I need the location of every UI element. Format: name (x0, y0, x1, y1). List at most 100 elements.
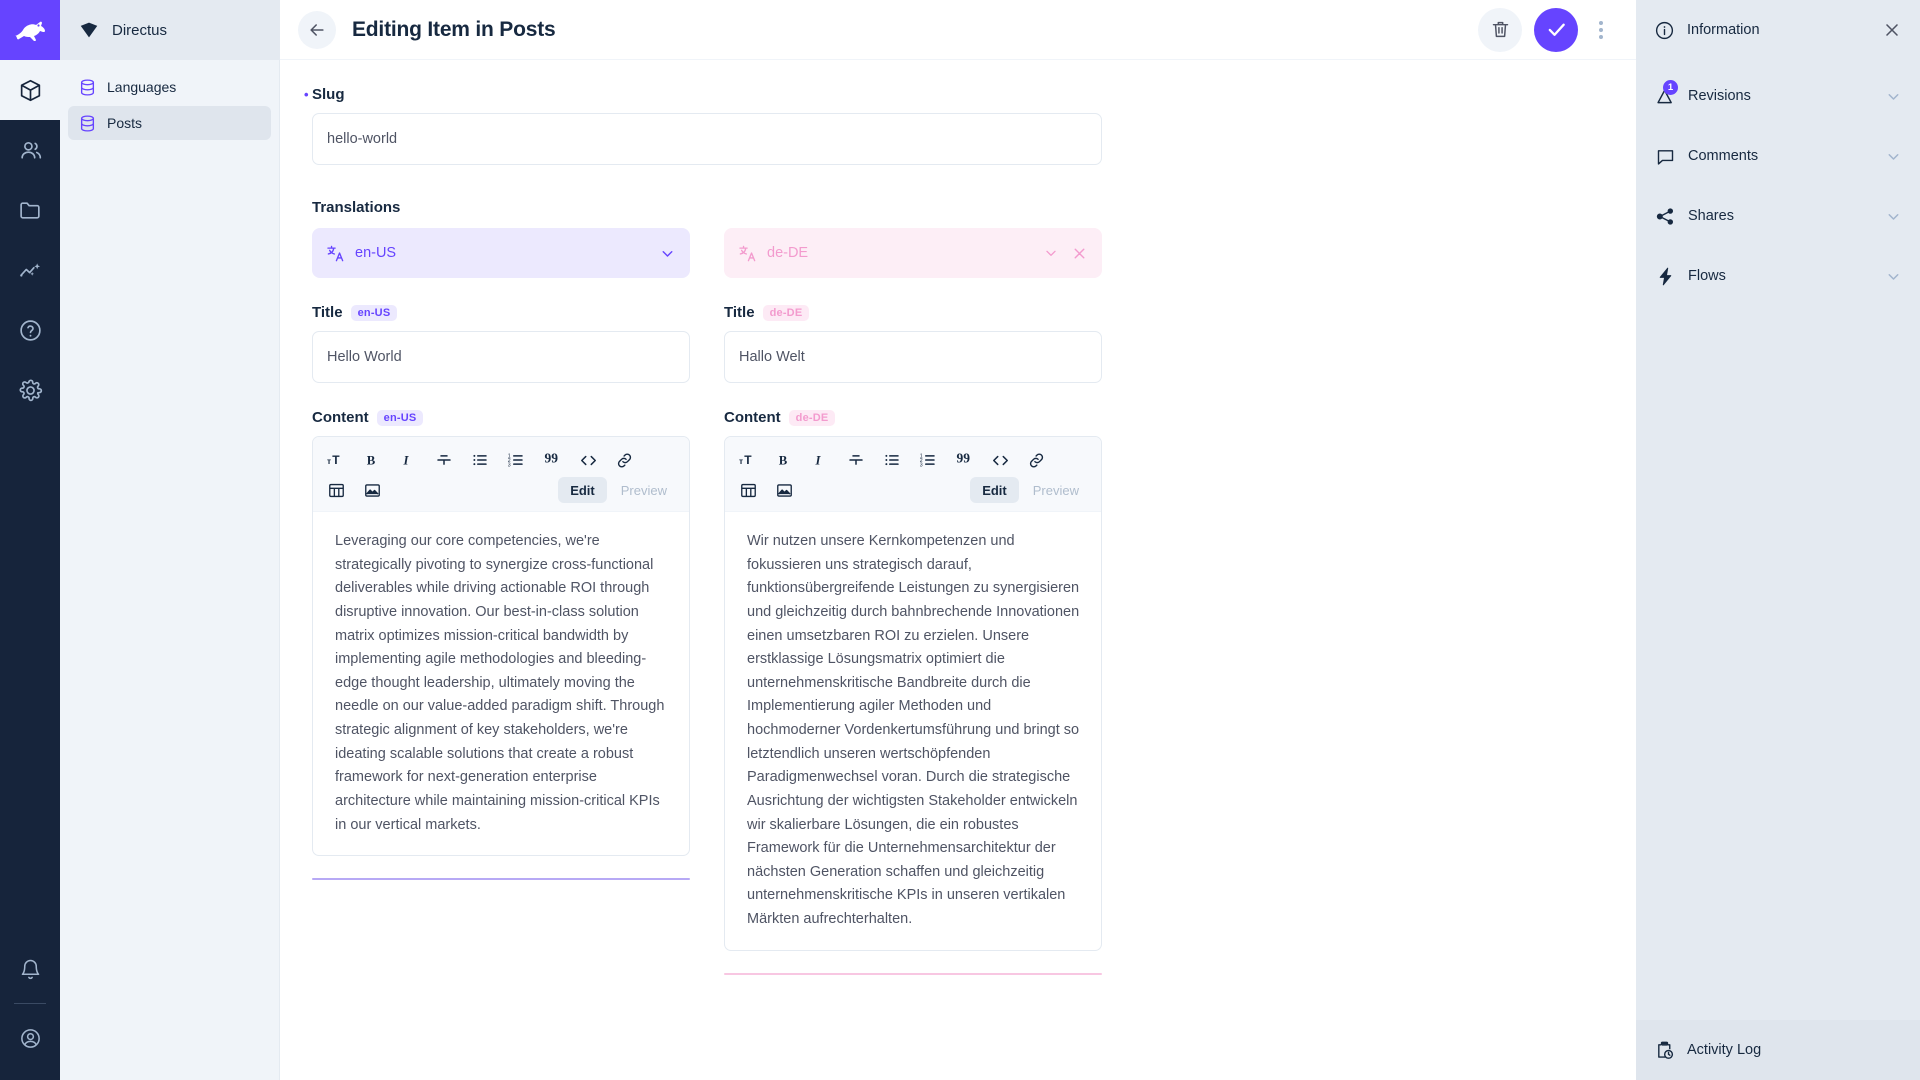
chevron-down-icon[interactable] (1885, 268, 1902, 285)
language-pill-de-de[interactable]: de-DE (724, 228, 1102, 278)
blockquote-icon[interactable]: 99 (539, 447, 565, 473)
module-item-docs[interactable] (0, 300, 60, 360)
sidebar-detail-flows[interactable]: Flows (1636, 246, 1920, 306)
bold-icon[interactable]: B (771, 447, 797, 473)
numbered-list-icon[interactable]: 123 (915, 447, 941, 473)
chevron-down-icon[interactable] (659, 245, 676, 262)
editor-mode-edit[interactable]: Edit (970, 477, 1019, 503)
svg-text:I: I (815, 454, 822, 468)
database-icon (78, 78, 97, 97)
title-field-de: Title de-DE Hallo Welt (724, 304, 1102, 383)
module-item-insights[interactable] (0, 240, 60, 300)
nav-list: Languages Posts (60, 60, 279, 150)
chevron-down-icon[interactable] (1885, 148, 1902, 165)
svg-text:т: т (739, 457, 743, 466)
more-vertical-icon[interactable] (1590, 21, 1612, 39)
content-label-de: Content de-DE (724, 409, 1102, 426)
table-icon[interactable] (735, 477, 761, 503)
content-label-text: Content (312, 409, 369, 426)
link-icon[interactable] (611, 447, 637, 473)
language-code: de-DE (767, 245, 808, 261)
sidebar-detail-label: Flows (1688, 268, 1873, 284)
title-label-text: Title (724, 304, 755, 321)
bullet-list-icon[interactable] (467, 447, 493, 473)
heading-icon[interactable]: тT (323, 447, 349, 473)
content-field-en: Content en-US тT B (312, 409, 690, 975)
code-icon[interactable] (575, 447, 601, 473)
back-button[interactable] (298, 11, 336, 49)
chevron-down-icon[interactable] (1043, 245, 1059, 261)
bullet-list-icon[interactable] (879, 447, 905, 473)
folder-icon (18, 198, 43, 223)
close-icon[interactable] (1071, 245, 1088, 262)
editor-content-de[interactable]: Wir nutzen unsere Kernkompetenzen und fo… (725, 512, 1101, 950)
translation-divider-de (724, 973, 1102, 975)
notifications-button[interactable] (0, 939, 60, 999)
activity-log-button[interactable]: Activity Log (1636, 1020, 1920, 1080)
markdown-editor-de: тT B I (724, 436, 1102, 951)
sidebar-item-posts[interactable]: Posts (68, 106, 271, 140)
image-icon[interactable] (771, 477, 797, 503)
sidebar-detail-label: Shares (1688, 208, 1873, 224)
lang-badge-en: en-US (377, 410, 424, 426)
image-icon[interactable] (359, 477, 385, 503)
directus-app: Directus Languages (0, 0, 1920, 1080)
required-marker: • (304, 88, 309, 101)
sidebar-item-label: Languages (107, 79, 176, 95)
activity-log-label: Activity Log (1687, 1042, 1761, 1058)
chevron-down-icon[interactable] (1885, 88, 1902, 105)
module-icon-list (0, 60, 60, 420)
italic-icon[interactable]: I (395, 447, 421, 473)
module-item-content[interactable] (0, 60, 60, 120)
info-panel-header: Information (1636, 0, 1920, 60)
heading-icon[interactable]: тT (735, 447, 761, 473)
module-item-settings[interactable] (0, 360, 60, 420)
title-input-de[interactable]: Hallo Welt (724, 331, 1102, 383)
close-icon[interactable] (1882, 20, 1902, 40)
module-item-user-directory[interactable] (0, 120, 60, 180)
editor-mode-preview[interactable]: Preview (1021, 477, 1091, 503)
chevron-down-icon[interactable] (1885, 208, 1902, 225)
editor-toolbar-de: тT B I (725, 437, 1101, 512)
title-label-de: Title de-DE (724, 304, 1102, 321)
svg-text:T: T (332, 453, 340, 467)
link-icon[interactable] (1023, 447, 1049, 473)
strikethrough-icon[interactable] (843, 447, 869, 473)
svg-text:99: 99 (957, 451, 971, 465)
editor-toolbar-en: тT B I (313, 437, 689, 512)
language-pill-en-us[interactable]: en-US (312, 228, 690, 278)
editor-mode-preview[interactable]: Preview (609, 477, 679, 503)
svg-text:т: т (327, 457, 331, 466)
slug-field-group: • Slug hello-world (312, 86, 1102, 165)
info-circle-icon (1654, 20, 1675, 41)
sidebar-detail-comments[interactable]: Comments (1636, 126, 1920, 186)
save-button[interactable] (1534, 8, 1578, 52)
delete-button[interactable] (1478, 8, 1522, 52)
table-icon[interactable] (323, 477, 349, 503)
blockquote-icon[interactable]: 99 (951, 447, 977, 473)
title-label-text: Title (312, 304, 343, 321)
editor-toolbar-row-1: тT B I (323, 445, 679, 475)
translation-col-en: en-US (312, 228, 690, 278)
sidebar-detail-shares[interactable]: Shares (1636, 186, 1920, 246)
nav-header[interactable]: Directus (60, 0, 279, 60)
sidebar-detail-revisions[interactable]: 1 Revisions (1636, 66, 1920, 126)
module-item-file-library[interactable] (0, 180, 60, 240)
title-value-en: Hello World (327, 349, 402, 365)
account-button[interactable] (0, 1008, 60, 1068)
slug-input[interactable]: hello-world (312, 113, 1102, 165)
strikethrough-icon[interactable] (431, 447, 457, 473)
title-input-en[interactable]: Hello World (312, 331, 690, 383)
arrow-left-icon (307, 20, 327, 40)
editor-mode-edit[interactable]: Edit (558, 477, 607, 503)
code-icon[interactable] (987, 447, 1013, 473)
editor-content-en[interactable]: Leveraging our core competencies, we're … (313, 512, 689, 855)
directus-rabbit-logo[interactable] (0, 0, 60, 60)
italic-icon[interactable]: I (807, 447, 833, 473)
bold-icon[interactable]: B (359, 447, 385, 473)
numbered-list-icon[interactable]: 123 (503, 447, 529, 473)
svg-text:B: B (779, 454, 788, 468)
sidebar-item-languages[interactable]: Languages (68, 70, 271, 104)
gear-icon (18, 378, 43, 403)
translate-icon (738, 244, 757, 263)
